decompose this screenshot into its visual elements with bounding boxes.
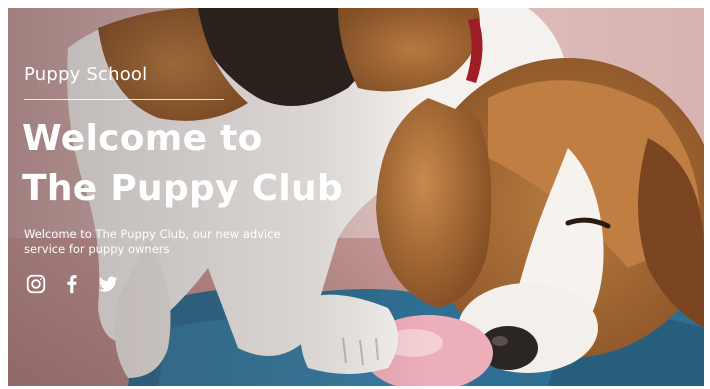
headline-line-1: Welcome to — [22, 118, 263, 159]
facebook-icon[interactable] — [60, 272, 84, 296]
headline-line-2: The Puppy Club — [22, 168, 344, 209]
brand-divider — [24, 99, 224, 100]
brand-name[interactable]: Puppy School — [24, 64, 147, 85]
instagram-icon[interactable] — [24, 272, 48, 296]
social-links — [24, 271, 132, 297]
hero-subtext: Welcome to The Puppy Club, our new advic… — [24, 227, 281, 256]
hero-headline: Welcome to The Puppy Club — [22, 114, 402, 214]
hero-section: Puppy School Welcome to The Puppy Club W… — [8, 8, 704, 386]
twitter-icon[interactable] — [96, 272, 120, 296]
